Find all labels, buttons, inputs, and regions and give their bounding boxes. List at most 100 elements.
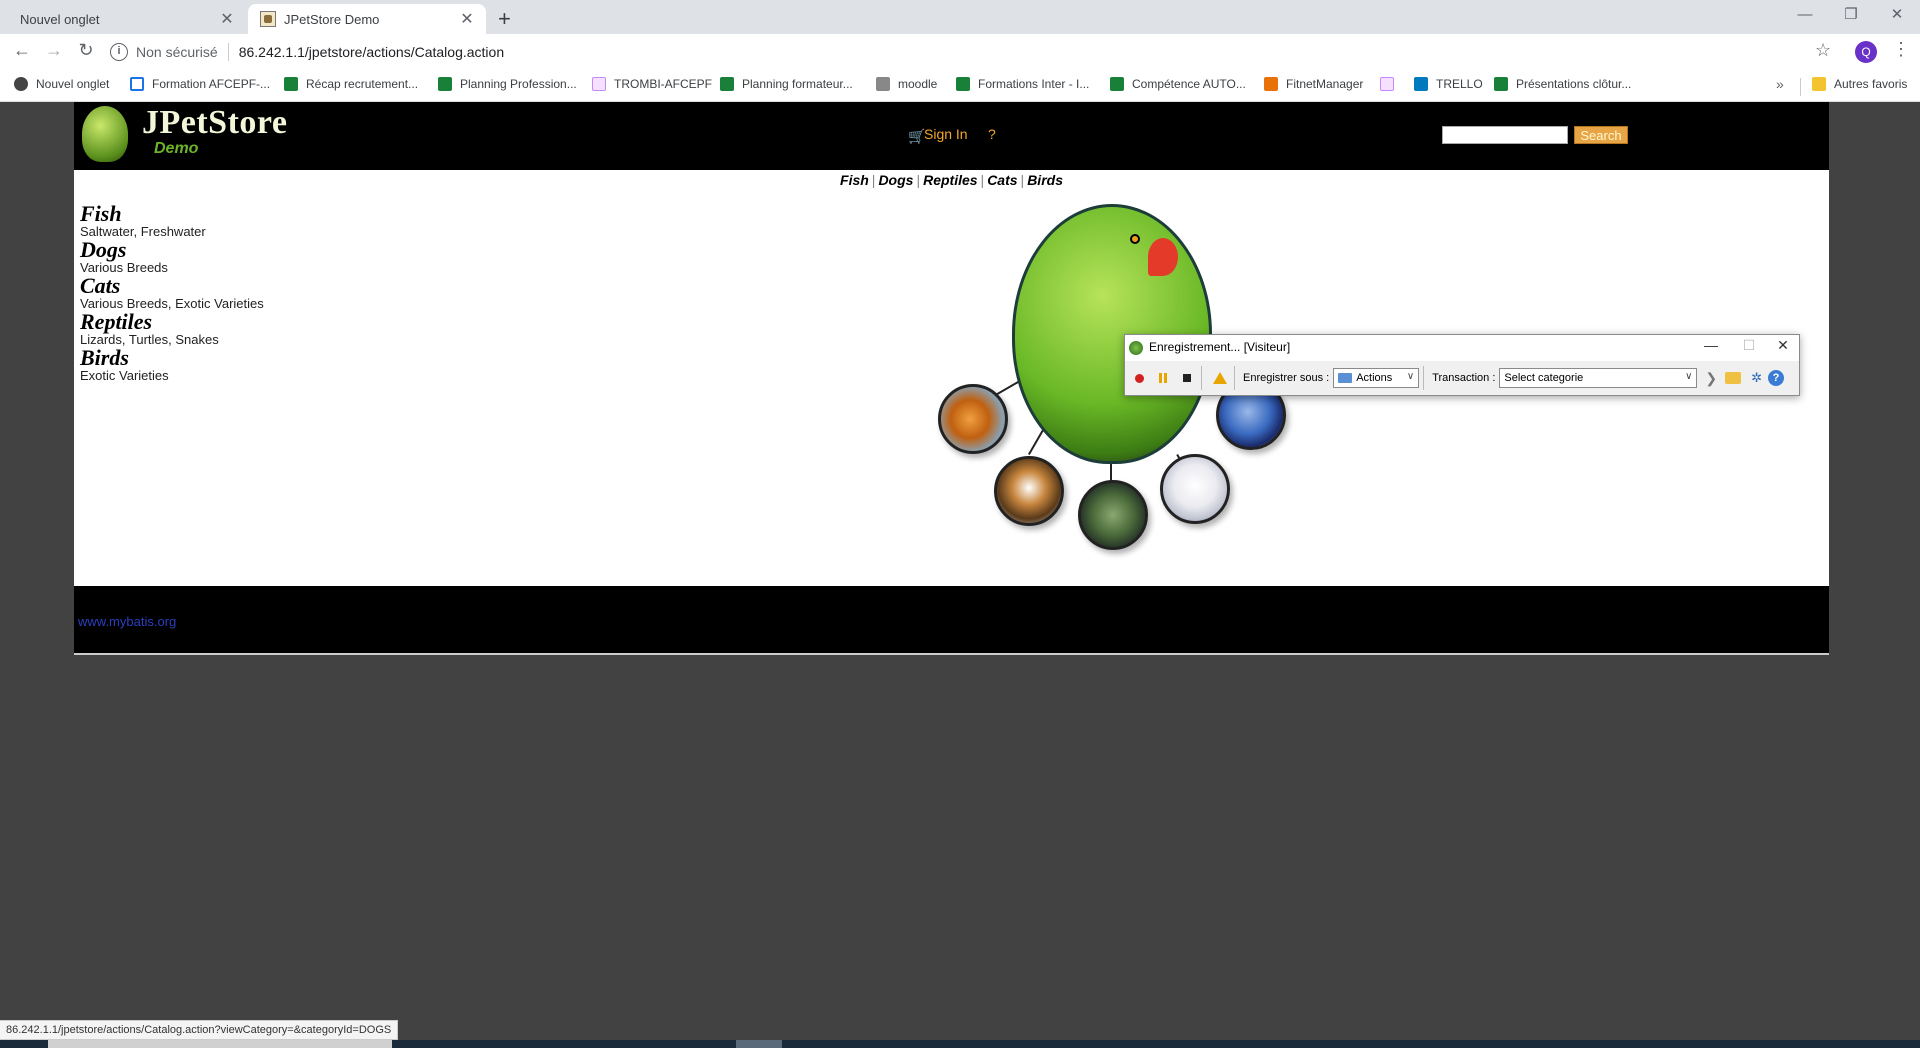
tab-nouvel-onglet[interactable]: Nouvel onglet ✕ <box>0 4 246 34</box>
bookmark-star-icon[interactable]: ☆ <box>1815 40 1831 61</box>
category-link[interactable]: Cats <box>80 275 264 297</box>
category-link[interactable]: Fish <box>80 203 264 225</box>
doc-icon <box>130 77 144 91</box>
category-link[interactable]: Birds <box>80 347 264 369</box>
reload-icon[interactable]: ↻ <box>74 40 98 61</box>
info-icon[interactable]: i <box>110 43 128 61</box>
separator: | <box>1020 172 1025 188</box>
fish-image[interactable] <box>938 384 1008 454</box>
folder-icon <box>1812 77 1826 91</box>
category-link[interactable]: Reptiles <box>80 311 264 333</box>
category-birds: Birds Exotic Varieties <box>80 347 264 384</box>
more-bookmarks-icon[interactable]: » <box>1776 76 1784 92</box>
cats-image[interactable] <box>1160 454 1230 524</box>
help-icon[interactable]: ? <box>1768 370 1785 386</box>
maximize-icon[interactable]: ☐ <box>1737 337 1761 354</box>
warning-icon <box>1213 372 1227 384</box>
logo-title[interactable]: JPetStore <box>142 104 287 142</box>
jpetstore-favicon-icon <box>260 11 276 27</box>
new-tab-button[interactable]: + <box>498 6 511 32</box>
chevron-down-icon: ∨ <box>1685 371 1693 382</box>
category-reptiles: Reptiles Lizards, Turtles, Snakes <box>80 311 264 348</box>
profile-avatar[interactable]: Q <box>1855 41 1877 63</box>
transaction-value: Select categorie <box>1504 372 1584 384</box>
stop-button[interactable] <box>1177 368 1197 388</box>
next-arrow-icon[interactable]: ❯ <box>1705 370 1717 387</box>
browser-toolbar: ← → ↻ i Non sécurisé 86.242.1.1/jpetstor… <box>0 34 1920 70</box>
record-icon <box>1134 373 1144 383</box>
bookmark-label: Formations Inter - I... <box>978 77 1090 91</box>
mybatis-link[interactable]: www.mybatis.org <box>78 614 176 629</box>
sign-in-link[interactable]: Sign In <box>924 126 968 142</box>
category-dogs: Dogs Various Breeds <box>80 239 264 276</box>
close-window-icon[interactable]: ✕ <box>1874 2 1920 28</box>
settings-icon[interactable]: ✲ <box>1751 370 1762 386</box>
taskbar-item[interactable] <box>48 1040 392 1048</box>
quicklink-reptiles[interactable]: Reptiles <box>923 172 977 188</box>
bookmark-item[interactable]: Présentations clôtur... <box>1494 77 1631 91</box>
forward-icon[interactable]: → <box>42 40 66 61</box>
bookmark-item[interactable] <box>1380 77 1402 91</box>
warning-button[interactable] <box>1210 368 1230 388</box>
category-link[interactable]: Dogs <box>80 239 264 261</box>
bookmark-item[interactable]: TROMBI-AFCEPF <box>592 77 712 91</box>
save-as-select[interactable]: Actions ∨ <box>1333 368 1420 388</box>
divider <box>1800 78 1801 96</box>
stop-icon <box>1183 374 1191 382</box>
bookmark-item[interactable]: Planning Profession... <box>438 77 577 91</box>
chevron-down-icon: ∨ <box>1406 371 1415 382</box>
close-icon[interactable]: ✕ <box>458 9 476 29</box>
bookmark-item[interactable]: Formation AFCEPF-... <box>130 77 270 91</box>
bookmark-label: moodle <box>898 77 938 91</box>
transaction-select[interactable]: Select categorie ∨ <box>1499 368 1698 388</box>
bookmark-item[interactable]: Formations Inter - I... <box>956 77 1089 91</box>
address-bar[interactable]: i Non sécurisé 86.242.1.1/jpetstore/acti… <box>110 38 1810 66</box>
moodle-icon <box>876 77 890 91</box>
close-icon[interactable]: ✕ <box>218 9 236 29</box>
fitnet-icon <box>1264 77 1278 91</box>
search-button[interactable]: Search <box>1574 126 1628 144</box>
parrot-beak <box>1148 238 1178 276</box>
pause-button[interactable] <box>1153 368 1173 388</box>
help-link[interactable]: ? <box>988 126 996 142</box>
bookmark-label: Autres favoris <box>1834 77 1908 91</box>
quicklink-cats[interactable]: Cats <box>987 172 1017 188</box>
bookmark-item[interactable]: moodle <box>876 77 937 91</box>
bookmark-item[interactable]: Compétence AUTO... <box>1110 77 1246 91</box>
taskbar-item[interactable] <box>736 1040 782 1048</box>
security-indicator[interactable]: Non sécurisé <box>136 44 218 60</box>
bookmark-label: Compétence AUTO... <box>1132 77 1246 91</box>
dogs-image[interactable] <box>994 456 1064 526</box>
bookmark-item[interactable]: Nouvel onglet <box>14 77 109 91</box>
quicklink-dogs[interactable]: Dogs <box>878 172 913 188</box>
restore-icon[interactable]: ❐ <box>1828 2 1874 28</box>
category-fish: Fish Saltwater, Freshwater <box>80 203 264 240</box>
logo-subtitle: Demo <box>154 140 199 157</box>
search-input[interactable] <box>1442 126 1568 144</box>
url-text[interactable]: 86.242.1.1/jpetstore/actions/Catalog.act… <box>239 44 504 60</box>
quicklink-birds[interactable]: Birds <box>1027 172 1063 188</box>
bookmark-item[interactable]: Planning formateur... <box>720 77 853 91</box>
separator: | <box>871 172 876 188</box>
tab-jpetstore-demo[interactable]: JPetStore Demo ✕ <box>248 4 486 34</box>
menu-dots-icon[interactable]: ⋮ <box>1892 39 1910 60</box>
other-bookmarks-folder[interactable]: Autres favoris <box>1812 77 1907 91</box>
minimize-icon[interactable]: — <box>1782 2 1828 28</box>
recorder-titlebar[interactable]: Enregistrement... [Visiteur] — ☐ ✕ <box>1125 335 1799 361</box>
category-cats: Cats Various Breeds, Exotic Varieties <box>80 275 264 312</box>
quicklink-fish[interactable]: Fish <box>840 172 869 188</box>
parrot-logo-icon[interactable] <box>82 106 128 162</box>
divider <box>1234 366 1235 390</box>
recorder-title: Enregistrement... [Visiteur] <box>1149 340 1291 354</box>
cart-icon[interactable]: 🛒 <box>908 128 925 145</box>
minimize-icon[interactable]: — <box>1699 337 1723 353</box>
bookmark-item[interactable]: Récap recrutement... <box>284 77 418 91</box>
reptiles-image[interactable] <box>1078 480 1148 550</box>
back-icon[interactable]: ← <box>10 40 34 61</box>
record-button[interactable] <box>1129 368 1149 388</box>
folder-icon <box>1338 373 1353 383</box>
bookmark-item[interactable]: TRELLO <box>1414 77 1483 91</box>
close-icon[interactable]: ✕ <box>1771 337 1795 354</box>
open-folder-icon[interactable] <box>1725 372 1742 384</box>
bookmark-item[interactable]: FitnetManager <box>1264 77 1363 91</box>
